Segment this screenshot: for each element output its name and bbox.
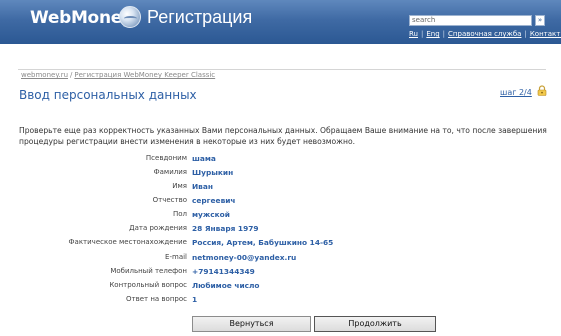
top-links: Ru|Eng|Справочная служба|Контакты — [409, 30, 561, 38]
label-nickname: Псевдоним — [145, 154, 187, 162]
value-last-name: Шурыкин — [192, 168, 234, 177]
value-patronymic: сергеевич — [192, 196, 236, 205]
lock-icon — [537, 85, 547, 96]
globe-logo-icon — [119, 6, 141, 28]
link-ru[interactable]: Ru — [409, 30, 418, 38]
label-last-name: Фамилия — [153, 168, 187, 176]
value-location: Россия, Артем, Бабушкино 14-65 — [192, 238, 334, 247]
site-header: WebMoney Регистрация search » Ru | Eng | Спр… — [0, 0, 561, 44]
value-first-name: Иван — [192, 182, 213, 191]
search-input[interactable]: search — [409, 15, 532, 26]
label-birth-date: Дата рождения — [129, 224, 187, 232]
value-mobile-phone: +79141344349 — [192, 267, 255, 276]
page-title: Ввод персональных данных — [19, 88, 197, 102]
breadcrumb-home[interactable]: webmoney.ru — [21, 71, 68, 79]
value-security-answer: 1 — [192, 295, 198, 304]
value-nickname: шама — [192, 154, 216, 163]
back-button[interactable]: Вернуться — [192, 316, 311, 332]
link-contacts[interactable]: Контакты — [530, 30, 561, 38]
search-go-button[interactable]: » — [535, 15, 545, 26]
value-security-question: Любимое число — [192, 281, 260, 290]
label-patronymic: Отчество — [152, 196, 187, 204]
step-indicator[interactable]: шаг 2/4 — [500, 88, 532, 97]
value-birth-date: 28 Января 1979 — [192, 224, 259, 233]
breadcrumb-divider — [18, 69, 546, 70]
label-security-question: Контрольный вопрос — [109, 281, 187, 289]
link-eng[interactable]: Eng — [426, 30, 439, 38]
value-gender: мужской — [192, 210, 230, 219]
breadcrumb: webmoney.ru / Регистрация WebMoney Keeper … — [21, 71, 216, 79]
breadcrumb-registration[interactable]: Регистрация WebMoney Keeper Classic — [74, 71, 215, 79]
label-security-answer: Ответ на вопрос — [126, 295, 187, 303]
link-help[interactable]: Справочная служба — [448, 30, 521, 38]
intro-text: Проверьте еще раз корректность указанных… — [19, 126, 547, 146]
label-mobile-phone: Мобильный телефон — [110, 267, 187, 275]
continue-button[interactable]: Продолжить — [314, 316, 436, 332]
header-title: Регистрация — [147, 7, 253, 27]
label-location: Фактическое местонахождение — [68, 238, 187, 246]
label-first-name: Имя — [172, 182, 187, 190]
value-email: netmoney-00@yandex.ru — [192, 253, 297, 262]
label-email: E-mail — [165, 253, 187, 261]
webmoney-logo[interactable]: WebMoney — [30, 8, 133, 28]
label-gender: Пол — [172, 210, 187, 218]
